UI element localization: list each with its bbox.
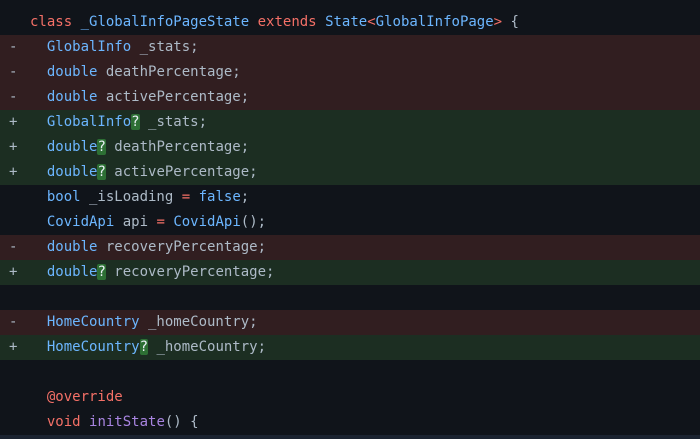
code-text: class _GlobalInfoPageState extends State… (30, 10, 700, 35)
code-token (72, 14, 80, 30)
code-token: deathPercentage; (106, 139, 249, 155)
code-token: bool (47, 189, 81, 205)
code-token: > (494, 14, 502, 30)
code-token: double (47, 89, 98, 105)
code-text: HomeCountry _homeCountry; (30, 310, 700, 335)
code-token: _homeCountry; (140, 314, 258, 330)
diff-line-added: + double? deathPercentage; (0, 135, 700, 160)
diff-editor[interactable]: class _GlobalInfoPageState extends State… (0, 0, 700, 439)
code-token: double (47, 239, 98, 255)
diff-marker-added: + (0, 135, 30, 160)
code-token: void (47, 414, 81, 430)
code-token: deathPercentage; (97, 64, 240, 80)
code-token: GlobalInfoPage (376, 14, 494, 30)
code-token: CovidApi (173, 214, 240, 230)
diff-line-context (0, 360, 700, 385)
code-token: double (47, 139, 98, 155)
diff-line-removed: - double recoveryPercentage; (0, 235, 700, 260)
code-text: double deathPercentage; (30, 60, 700, 85)
diff-line-context: bool _isLoading = false; (0, 185, 700, 210)
diff-marker-added: + (0, 335, 30, 360)
editor-top-padding (0, 0, 700, 10)
code-text: double? deathPercentage; (30, 135, 700, 160)
code-token: recoveryPercentage; (97, 239, 266, 255)
code-token: double (47, 64, 98, 80)
code-text: GlobalInfo? _stats; (30, 110, 700, 135)
code-token: ; (241, 189, 249, 205)
nullable-question-highlight: ? (97, 139, 105, 155)
code-token: double (47, 164, 98, 180)
diff-line-added: + HomeCountry? _homeCountry; (0, 335, 700, 360)
code-token: HomeCountry (47, 314, 140, 330)
code-token: _stats; (140, 114, 207, 130)
code-token: false (199, 189, 241, 205)
diff-line-context (0, 285, 700, 310)
diff-line-removed: - double activePercentage; (0, 85, 700, 110)
code-token: class (30, 14, 72, 30)
code-text: HomeCountry? _homeCountry; (30, 335, 700, 360)
diff-lines: class _GlobalInfoPageState extends State… (0, 10, 700, 435)
code-text: void initState() { (30, 410, 700, 435)
code-token: @override (47, 389, 123, 405)
code-token: HomeCountry (47, 339, 140, 355)
code-token (190, 189, 198, 205)
code-text: CovidApi api = CovidApi(); (30, 210, 700, 235)
diff-marker-removed: - (0, 310, 30, 335)
nullable-question-highlight: ? (97, 164, 105, 180)
diff-marker-removed: - (0, 235, 30, 260)
code-token: _GlobalInfoPageState (81, 14, 250, 30)
code-token: activePercentage; (97, 89, 249, 105)
code-token: _isLoading (81, 189, 182, 205)
diff-marker-removed: - (0, 85, 30, 110)
code-token (81, 414, 89, 430)
code-token: () { (165, 414, 199, 430)
code-token: _stats; (131, 39, 198, 55)
code-token: _homeCountry; (148, 339, 266, 355)
code-text: double? recoveryPercentage; (30, 260, 700, 285)
code-token: double (47, 264, 98, 280)
code-text: bool _isLoading = false; (30, 185, 700, 210)
code-token: extends (258, 14, 317, 30)
diff-line-context: CovidApi api = CovidApi(); (0, 210, 700, 235)
diff-marker-added: + (0, 110, 30, 135)
diff-marker-added: + (0, 260, 30, 285)
partial-next-line (0, 435, 700, 439)
code-token: { (502, 14, 519, 30)
code-text: GlobalInfo _stats; (30, 35, 700, 60)
diff-marker-removed: - (0, 60, 30, 85)
code-token: initState (89, 414, 165, 430)
code-token (249, 14, 257, 30)
diff-line-removed: - GlobalInfo _stats; (0, 35, 700, 60)
diff-line-added: + GlobalInfo? _stats; (0, 110, 700, 135)
code-text: double recoveryPercentage; (30, 235, 700, 260)
diff-line-added: + double? recoveryPercentage; (0, 260, 700, 285)
nullable-question-highlight: ? (131, 114, 139, 130)
code-token: CovidApi (47, 214, 114, 230)
diff-line-context: class _GlobalInfoPageState extends State… (0, 10, 700, 35)
diff-marker-added: + (0, 160, 30, 185)
code-token: api (114, 214, 156, 230)
code-token: = (156, 214, 164, 230)
nullable-question-highlight: ? (97, 264, 105, 280)
diff-line-removed: - HomeCountry _homeCountry; (0, 310, 700, 335)
code-token: State (325, 14, 367, 30)
code-text: @override (30, 385, 700, 410)
code-token: < (367, 14, 375, 30)
diff-line-context: void initState() { (0, 410, 700, 435)
diff-line-added: + double? activePercentage; (0, 160, 700, 185)
diff-line-removed: - double deathPercentage; (0, 60, 700, 85)
code-text: double activePercentage; (30, 85, 700, 110)
code-token: (); (241, 214, 266, 230)
code-text: double? activePercentage; (30, 160, 700, 185)
code-token: GlobalInfo (47, 114, 131, 130)
code-token: recoveryPercentage; (106, 264, 275, 280)
code-token: GlobalInfo (47, 39, 131, 55)
nullable-question-highlight: ? (140, 339, 148, 355)
diff-line-context: @override (0, 385, 700, 410)
code-token (317, 14, 325, 30)
code-token: = (182, 189, 190, 205)
code-token: activePercentage; (106, 164, 258, 180)
diff-marker-removed: - (0, 35, 30, 60)
